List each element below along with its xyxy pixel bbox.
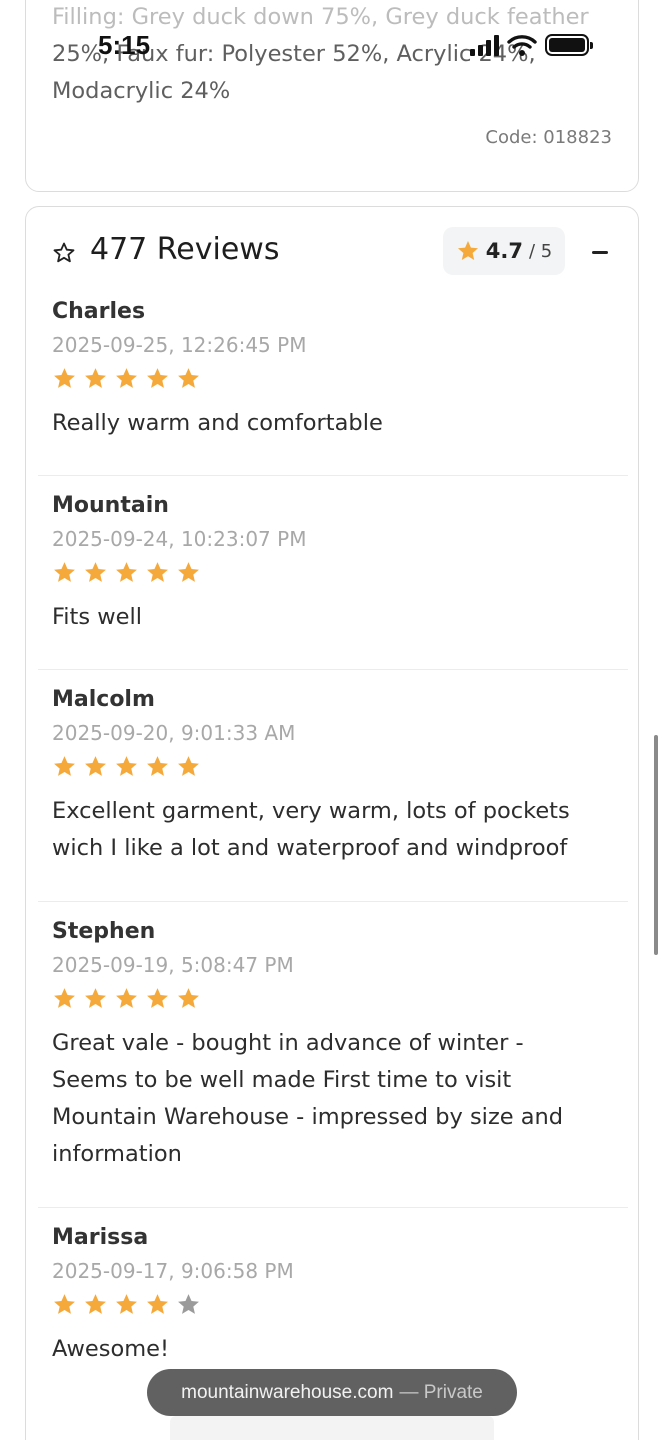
star-filled-icon: [54, 988, 75, 1008]
review-divider: [38, 901, 628, 902]
review-star-rating: [52, 560, 201, 585]
star-filled-icon: [147, 988, 168, 1008]
star-filled-icon: [85, 988, 106, 1008]
review-divider: [38, 1207, 628, 1208]
star-filled-icon: [85, 1294, 106, 1314]
star-filled-icon: [147, 1294, 168, 1314]
reviewer-name: Charles: [52, 299, 146, 324]
reviews-title: 477 Reviews: [90, 232, 280, 267]
review-text: Awesome!: [52, 1331, 612, 1368]
private-mode-label: — Private: [399, 1381, 483, 1403]
star-filled-icon: [116, 756, 137, 776]
review-text: Great vale - bought in advance of winter…: [52, 1025, 612, 1173]
star-filled-icon: [54, 1294, 75, 1314]
star-filled-icon: [116, 1294, 137, 1314]
review-text-line: Awesome!: [52, 1336, 169, 1362]
star-filled-icon: [85, 562, 106, 582]
status-time: 5:15: [98, 30, 151, 60]
review-date: 2025-09-24, 10:23:07 PM: [52, 527, 307, 551]
star-filled-icon: [85, 368, 106, 388]
star-filled-icon: [147, 368, 168, 388]
review-date: 2025-09-19, 5:08:47 PM: [52, 953, 294, 977]
review-text-line: Really warm and comfortable: [52, 410, 383, 436]
reviewer-name: Stephen: [52, 919, 156, 944]
star-filled-icon: [85, 756, 106, 776]
review-text-line: Fits well: [52, 604, 142, 630]
url-domain: mountainwarehouse.com: [181, 1381, 394, 1403]
reviewer-name: Malcolm: [52, 687, 155, 712]
browser-url-bar[interactable]: mountainwarehouse.com — Private: [147, 1369, 517, 1416]
rating-max: / 5: [528, 240, 553, 262]
review-text-line: Excellent garment, very warm, lots of po…: [52, 798, 570, 824]
show-more-reviews-button[interactable]: [170, 1416, 494, 1440]
star-filled-icon: [178, 988, 199, 1008]
average-rating-value: 4.7: [485, 239, 523, 263]
wifi-icon: [507, 35, 537, 56]
star-filled-icon: [54, 368, 75, 388]
reviewer-name: Mountain: [52, 493, 169, 518]
review-star-rating: [52, 754, 201, 779]
status-icons: [470, 32, 593, 58]
review-text: Really warm and comfortable: [52, 405, 612, 442]
collapse-reviews-minus-icon[interactable]: [592, 251, 608, 254]
reviews-card: 477 Reviews 4.7 / 5 Charles 2025-09-25, 1…: [25, 206, 639, 1440]
star-filled-icon: [54, 756, 75, 776]
review-date: 2025-09-25, 12:26:45 PM: [52, 333, 307, 357]
star-filled-icon: [178, 368, 199, 388]
review-divider: [38, 669, 628, 670]
star-filled-icon: [54, 562, 75, 582]
review-date: 2025-09-20, 9:01:33 AM: [52, 721, 296, 745]
reviewer-name: Marissa: [52, 1225, 149, 1250]
review-text-line: Seems to be well made First time to visi…: [52, 1067, 512, 1093]
star-filled-icon: [116, 562, 137, 582]
average-rating-badge: 4.7 / 5: [443, 227, 565, 275]
star-filled-icon: [178, 562, 199, 582]
star-filled-icon: [116, 368, 137, 388]
review-star-rating: [52, 366, 201, 391]
product-code: Code: 018823: [485, 127, 612, 148]
review-text-line: Mountain Warehouse - impressed by size a…: [52, 1104, 564, 1130]
review-date: 2025-09-17, 9:06:58 PM: [52, 1259, 294, 1283]
star-filled-icon: [147, 756, 168, 776]
materials-line-3: Modacrylic 24%: [52, 78, 231, 104]
star-filled-icon: [116, 988, 137, 1008]
review-text-line: information: [52, 1141, 182, 1167]
review-text: Fits well: [52, 599, 612, 636]
reviews-header[interactable]: 477 Reviews 4.7 / 5: [26, 207, 638, 295]
star-filled-icon: [147, 562, 168, 582]
star-filled-icon: [178, 756, 199, 776]
star-filled-icon: [457, 241, 478, 260]
review-star-rating: [52, 1292, 201, 1317]
cellular-signal-icon: [470, 34, 499, 56]
product-specs-card: Filling: Grey duck down 75%, Grey duck f…: [25, 0, 639, 192]
review-divider: [38, 475, 628, 476]
scrollbar-thumb[interactable]: [654, 735, 658, 955]
review-text-line: wich I like a lot and waterproof and win…: [52, 835, 568, 861]
review-star-rating: [52, 986, 201, 1011]
star-empty-icon: [178, 1294, 199, 1314]
review-text: Excellent garment, very warm, lots of po…: [52, 793, 612, 867]
review-text-line: Great vale - bought in advance of winter…: [52, 1030, 524, 1056]
star-outline-icon: [53, 242, 75, 263]
battery-icon: [545, 34, 593, 56]
